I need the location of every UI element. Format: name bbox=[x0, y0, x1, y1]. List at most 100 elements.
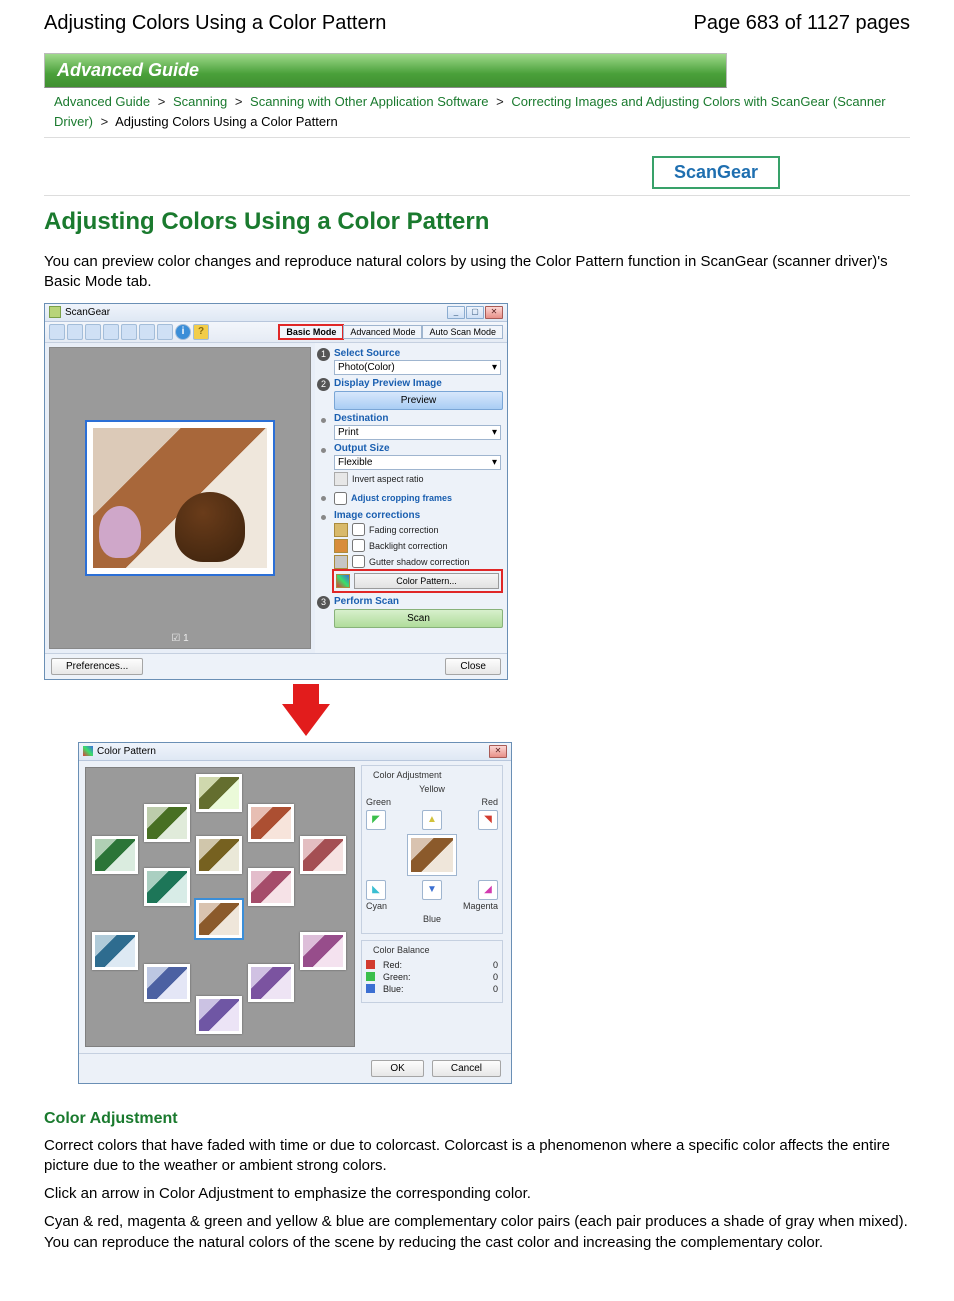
adjustment-preview bbox=[407, 834, 457, 876]
help-icon[interactable]: ? bbox=[193, 324, 209, 340]
pattern-thumb[interactable] bbox=[196, 836, 242, 874]
adjust-crop-checkbox[interactable] bbox=[334, 492, 347, 505]
fading-icon bbox=[334, 523, 348, 537]
pattern-thumb[interactable] bbox=[92, 932, 138, 970]
dialog-titlebar: Color Pattern ✕ bbox=[79, 743, 511, 761]
toolbar-icon[interactable] bbox=[103, 324, 119, 340]
step-1-icon: 1 bbox=[317, 348, 330, 361]
ok-button[interactable]: OK bbox=[371, 1060, 423, 1077]
output-size-dropdown[interactable]: Flexible▾ bbox=[334, 455, 501, 470]
pattern-thumb[interactable] bbox=[92, 836, 138, 874]
cyan-label: Cyan bbox=[366, 901, 387, 911]
scan-button[interactable]: Scan bbox=[334, 609, 503, 628]
section-heading: Color Adjustment bbox=[44, 1110, 910, 1128]
color-pattern-dialog: Color Pattern ✕ bbox=[78, 742, 512, 1084]
color-adjustment-legend: Color Adjustment bbox=[370, 770, 445, 780]
intro-paragraph: You can preview color changes and reprod… bbox=[44, 252, 910, 293]
pattern-thumb[interactable] bbox=[300, 836, 346, 874]
destination-label: Destination bbox=[334, 413, 501, 424]
breadcrumb: Advanced Guide > Scanning > Scanning wit… bbox=[44, 88, 910, 138]
toolbar-icon[interactable] bbox=[85, 324, 101, 340]
guide-banner: Advanced Guide bbox=[44, 53, 727, 88]
gutter-label: Gutter shadow correction bbox=[369, 557, 470, 567]
pattern-thumb[interactable] bbox=[196, 774, 242, 812]
tab-basic-mode[interactable]: Basic Mode bbox=[279, 325, 343, 339]
toolbar-icon[interactable] bbox=[121, 324, 137, 340]
color-balance-legend: Color Balance bbox=[370, 945, 433, 955]
tab-auto-scan-mode[interactable]: Auto Scan Mode bbox=[422, 325, 503, 339]
scangear-window: ScanGear _ ▢ ✕ i ? Basic Mode bbox=[44, 303, 508, 680]
dialog-close-button[interactable]: ✕ bbox=[489, 745, 507, 758]
page-indicator: Page 683 of 1127 pages bbox=[694, 12, 910, 35]
breadcrumb-sep: > bbox=[496, 94, 504, 109]
color-pattern-highlight: Color Pattern... bbox=[334, 571, 501, 591]
close-button[interactable]: ✕ bbox=[485, 306, 503, 319]
breadcrumb-current: Adjusting Colors Using a Color Pattern bbox=[115, 114, 338, 129]
balance-blue-label: Blue: bbox=[383, 984, 404, 994]
preview-photo[interactable] bbox=[85, 420, 275, 576]
cyan-arrow-button[interactable]: ◣ bbox=[366, 880, 386, 900]
preferences-button[interactable]: Preferences... bbox=[51, 658, 143, 675]
close-button[interactable]: Close bbox=[445, 658, 501, 675]
color-adjustment-group: Color Adjustment Yellow Green Red ◤ ▲ ◥ … bbox=[361, 765, 503, 934]
invert-ar-icon[interactable] bbox=[334, 472, 348, 486]
green-label: Green bbox=[366, 797, 391, 807]
toolbar-icon[interactable] bbox=[67, 324, 83, 340]
pattern-thumb[interactable] bbox=[300, 932, 346, 970]
pattern-thumb[interactable] bbox=[196, 996, 242, 1034]
blue-arrow-button[interactable]: ▼ bbox=[422, 880, 442, 900]
preview-button[interactable]: Preview bbox=[334, 391, 503, 410]
toolbar-icon[interactable] bbox=[139, 324, 155, 340]
titlebar: ScanGear _ ▢ ✕ bbox=[45, 304, 507, 322]
magenta-arrow-button[interactable]: ◢ bbox=[478, 880, 498, 900]
pattern-thumb[interactable] bbox=[144, 804, 190, 842]
display-preview-label: Display Preview Image bbox=[334, 378, 501, 389]
destination-dropdown[interactable]: Print▾ bbox=[334, 425, 501, 440]
toolbar-icon[interactable] bbox=[49, 324, 65, 340]
pattern-thumb[interactable] bbox=[144, 964, 190, 1002]
preview-page-badge: ☑ 1 bbox=[50, 633, 310, 644]
info-icon[interactable]: i bbox=[175, 324, 191, 340]
breadcrumb-sep: > bbox=[101, 114, 109, 129]
tab-advanced-mode[interactable]: Advanced Mode bbox=[343, 325, 422, 339]
minimize-button[interactable]: _ bbox=[447, 306, 465, 319]
backlight-checkbox[interactable] bbox=[352, 539, 365, 552]
settings-panel: 1 Select Source Photo(Color)▾ 2 Display … bbox=[315, 343, 507, 653]
pattern-thumb[interactable] bbox=[248, 964, 294, 1002]
pattern-thumb[interactable] bbox=[248, 804, 294, 842]
breadcrumb-link[interactable]: Scanning bbox=[173, 94, 227, 109]
color-pattern-button[interactable]: Color Pattern... bbox=[354, 573, 499, 589]
pattern-thumb-selected[interactable] bbox=[196, 900, 242, 938]
red-arrow-button[interactable]: ◥ bbox=[478, 810, 498, 830]
preview-area: ☑ 1 bbox=[49, 347, 311, 649]
blue-label: Blue bbox=[423, 914, 441, 924]
cancel-button[interactable]: Cancel bbox=[432, 1060, 501, 1077]
green-arrow-button[interactable]: ◤ bbox=[366, 810, 386, 830]
pattern-thumb[interactable] bbox=[144, 868, 190, 906]
balance-row-green: Green: 0 bbox=[366, 972, 498, 982]
magenta-label: Magenta bbox=[463, 901, 498, 911]
page-title: Adjusting Colors Using a Color Pattern bbox=[44, 12, 386, 35]
arrow-down-icon bbox=[293, 684, 319, 706]
balance-row-red: Red: 0 bbox=[366, 960, 498, 970]
dialog-icon bbox=[83, 746, 93, 756]
maximize-button[interactable]: ▢ bbox=[466, 306, 484, 319]
divider bbox=[44, 195, 910, 196]
select-source-dropdown[interactable]: Photo(Color)▾ bbox=[334, 360, 501, 375]
green-swatch bbox=[366, 972, 375, 981]
output-size-label: Output Size bbox=[334, 443, 501, 454]
body-paragraph: Cyan & red, magenta & green and yellow &… bbox=[44, 1212, 910, 1253]
scangear-badge: ScanGear bbox=[652, 156, 780, 189]
breadcrumb-link[interactable]: Scanning with Other Application Software bbox=[250, 94, 488, 109]
step-dot bbox=[321, 496, 326, 501]
balance-blue-value: 0 bbox=[493, 984, 498, 994]
toolbar: i ? Basic Mode Advanced Mode Auto Scan M… bbox=[45, 322, 507, 343]
fading-checkbox[interactable] bbox=[352, 523, 365, 536]
toolbar-icon[interactable] bbox=[157, 324, 173, 340]
perform-scan-label: Perform Scan bbox=[334, 596, 501, 607]
yellow-arrow-button[interactable]: ▲ bbox=[422, 810, 442, 830]
pattern-thumb[interactable] bbox=[248, 868, 294, 906]
breadcrumb-link[interactable]: Advanced Guide bbox=[54, 94, 150, 109]
color-pattern-grid bbox=[85, 767, 355, 1047]
gutter-checkbox[interactable] bbox=[352, 555, 365, 568]
